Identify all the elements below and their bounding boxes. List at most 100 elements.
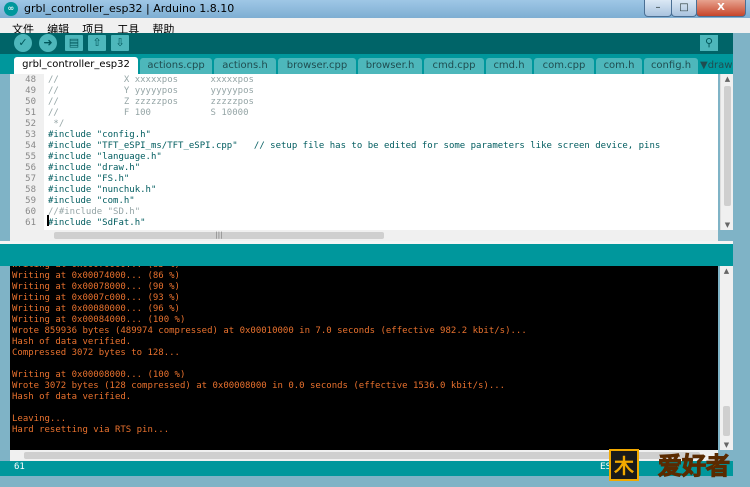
tab-bar: grbl_controller_esp32 actions.cpp action…: [0, 54, 733, 74]
watermark-text: 爱好者: [658, 452, 730, 480]
save-button[interactable]: ⇩: [111, 35, 129, 51]
code-line[interactable]: 53 #include "config.h": [10, 130, 718, 141]
tab-menu-dropdown[interactable]: ▼draw: [700, 58, 733, 74]
window-right-frame: [733, 33, 750, 487]
open-button[interactable]: ⇧: [88, 35, 106, 51]
line-number: 56: [25, 163, 36, 173]
code-line[interactable]: 50 // Z zzzzzpos zzzzzpos: [10, 97, 718, 108]
check-icon: ✓: [18, 36, 28, 49]
line-number: 57: [25, 174, 36, 184]
code-line[interactable]: 57 #include "FS.h": [10, 174, 718, 185]
console-line: Writing at 0x00084000... (100 %): [12, 315, 186, 325]
arrow-right-icon: ➜: [43, 36, 53, 49]
code-text: #include "config.h": [48, 130, 151, 140]
line-number: 61: [25, 218, 36, 228]
console-line: Hard resetting via RTS pin...: [12, 425, 170, 435]
new-button[interactable]: ▤: [65, 35, 83, 51]
watermark-mark: 木: [613, 454, 635, 478]
console-horizontal-scroll-thumb[interactable]: [24, 452, 700, 459]
magnifier-icon: ⚲: [704, 36, 714, 49]
code-line[interactable]: 60 //#include "SD.h": [10, 207, 718, 218]
close-button[interactable]: X: [696, 0, 746, 17]
code-line[interactable]: 48 // X xxxxxpos xxxxxpos: [10, 75, 718, 86]
line-number: 55: [25, 152, 36, 162]
watermark-logo: 木 爱好者: [609, 449, 731, 481]
arduino-ide-window: ∞ grbl_controller_esp32 | Arduino 1.8.10…: [0, 0, 750, 487]
verify-button[interactable]: ✓: [14, 34, 32, 52]
editor-vertical-scrollbar[interactable]: ▲ ▼: [720, 74, 734, 230]
code-text: #include "SdFat.h": [48, 218, 146, 228]
arduino-icon: ∞: [4, 2, 18, 16]
code-line[interactable]: 49 // Y yyyyypos yyyyypos: [10, 86, 718, 97]
tab-com-h[interactable]: com.h: [596, 58, 642, 74]
code-text: // Y yyyyypos yyyyypos: [48, 86, 254, 96]
tab-actions-cpp[interactable]: actions.cpp: [140, 58, 212, 74]
editor-console-divider[interactable]: [0, 241, 733, 266]
code-line[interactable]: 56 #include "draw.h": [10, 163, 718, 174]
line-number: 48: [25, 75, 36, 85]
line-number: 53: [25, 130, 36, 140]
title-bar: ∞ grbl_controller_esp32 | Arduino 1.8.10…: [0, 0, 750, 18]
code-text: #include "TFT_eSPI_ms/TFT_eSPI.cpp" // s…: [48, 141, 661, 151]
code-line[interactable]: 58 #include "nunchuk.h": [10, 185, 718, 196]
editor-horizontal-scroll-thumb[interactable]: |||: [54, 232, 384, 239]
upload-button[interactable]: ➜: [39, 34, 57, 52]
code-text: // X xxxxxpos xxxxxpos: [48, 75, 254, 85]
editor-vertical-scroll-thumb[interactable]: [724, 86, 731, 206]
console-line: Writing at 0x00074000... (86 %): [12, 271, 180, 281]
line-number: 60: [25, 207, 36, 217]
console-line: Hash of data verified.: [12, 337, 132, 347]
code-text: // Z zzzzzpos zzzzzpos: [48, 97, 254, 107]
line-number: 58: [25, 185, 36, 195]
tab-com-cpp[interactable]: com.cpp: [534, 58, 594, 74]
editor-horizontal-scrollbar[interactable]: |||: [10, 230, 718, 241]
console-scroll-up-arrow-icon[interactable]: ▲: [720, 266, 733, 276]
code-text: //#include "SD.h": [48, 207, 141, 217]
console-line: Hash of data verified.: [12, 392, 132, 402]
text-cursor: [47, 215, 49, 226]
console-line: Wrote 859936 bytes (489974 compressed) a…: [12, 326, 527, 336]
code-line[interactable]: 55 #include "language.h": [10, 152, 718, 163]
code-line[interactable]: 51 // F 100 S 10000: [10, 108, 718, 119]
line-number: 54: [25, 141, 36, 151]
console-output: Writing at 0x00070000... (83 %)Writing a…: [10, 266, 718, 450]
minimize-button[interactable]: –: [644, 0, 672, 17]
maximize-button[interactable]: □: [671, 0, 697, 17]
code-text: #include "draw.h": [48, 163, 141, 173]
menu-bar: 文件 编辑 项目 工具 帮助: [0, 18, 750, 36]
tab-browser-cpp[interactable]: browser.cpp: [278, 58, 356, 74]
console-line: Writing at 0x00080000... (96 %): [12, 304, 180, 314]
code-line[interactable]: 61 #include "SdFat.h": [10, 218, 718, 229]
line-number: 52: [25, 119, 36, 129]
tab-browser-h[interactable]: browser.h: [358, 58, 422, 74]
toolbar: ✓ ➜ ▤ ⇧ ⇩ ⚲: [0, 33, 733, 54]
code-text: */: [48, 119, 65, 129]
code-text: // F 100 S 10000: [48, 108, 249, 118]
new-file-icon: ▤: [68, 36, 80, 49]
serial-monitor-button[interactable]: ⚲: [700, 35, 718, 51]
tab-actions-h[interactable]: actions.h: [214, 58, 276, 74]
code-line[interactable]: 52 */: [10, 119, 718, 130]
console-vertical-scroll-thumb[interactable]: [723, 406, 730, 436]
code-editor[interactable]: 48 // X xxxxxpos xxxxxpos 49 // Y yyyyypos …: [10, 74, 718, 230]
console-line: Writing at 0x00008000... (100 %): [12, 370, 186, 380]
line-number: 49: [25, 86, 36, 96]
tab-config-h[interactable]: config.h: [644, 58, 698, 74]
console-line: Wrote 3072 bytes (128 compressed) at 0x0…: [12, 381, 506, 391]
arrow-down-icon: ⇩: [115, 36, 125, 49]
console-line: Writing at 0x0007c000... (93 %): [12, 293, 180, 303]
line-number: 50: [25, 97, 36, 107]
code-text: #include "language.h": [48, 152, 162, 162]
arrow-up-icon: ⇧: [92, 36, 102, 49]
code-line[interactable]: 59 #include "com.h": [10, 196, 718, 207]
tab-cmd-cpp[interactable]: cmd.cpp: [424, 58, 484, 74]
code-text: #include "nunchuk.h": [48, 185, 157, 195]
console-vertical-scrollbar[interactable]: ▲ ▼: [720, 266, 733, 450]
line-number: 59: [25, 196, 36, 206]
tab-grbl-controller-esp32[interactable]: grbl_controller_esp32: [14, 57, 138, 74]
code-text: #include "com.h": [48, 196, 135, 206]
cursor-line-number: 61: [14, 462, 25, 472]
code-text: #include "FS.h": [48, 174, 130, 184]
code-line[interactable]: 54 #include "TFT_eSPI_ms/TFT_eSPI.cpp" //…: [10, 141, 718, 152]
tab-cmd-h[interactable]: cmd.h: [486, 58, 532, 74]
